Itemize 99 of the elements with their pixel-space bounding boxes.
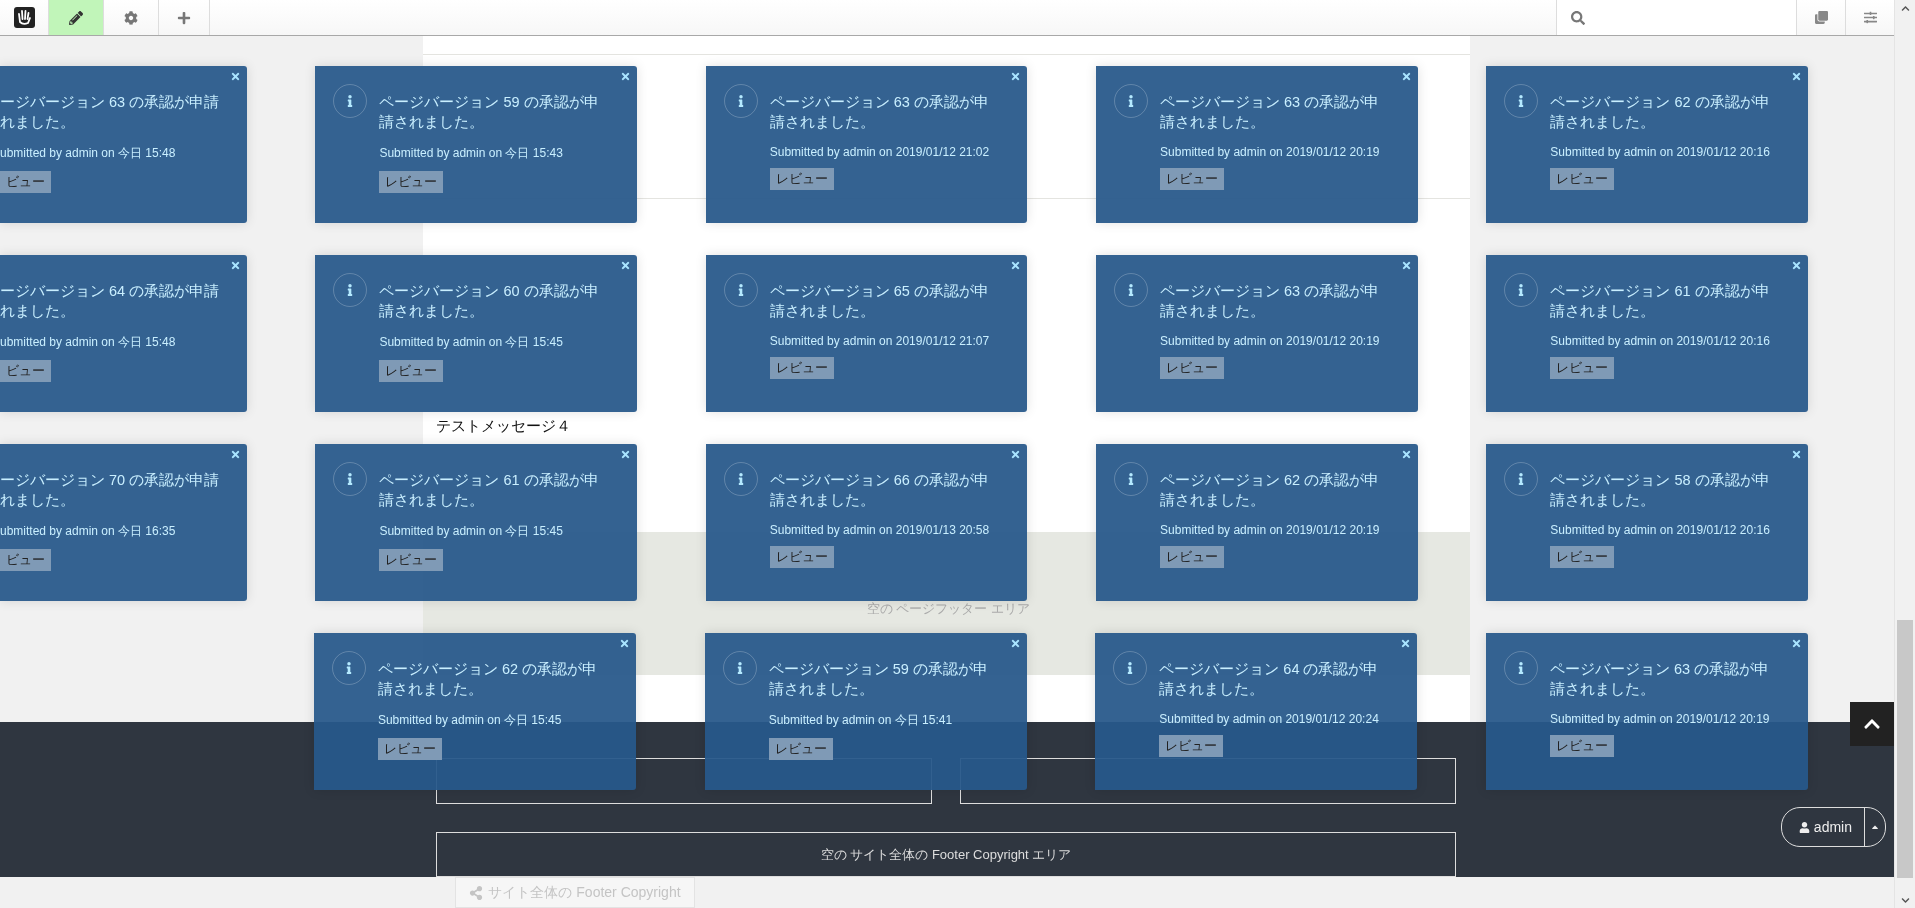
review-button[interactable]: レビュー (1550, 546, 1615, 568)
review-button[interactable]: レビュー (1160, 168, 1225, 190)
notification-message: ページバージョン 62 の承認が申請されました。 (1160, 471, 1381, 510)
review-button[interactable]: レビュー (1159, 735, 1224, 757)
scrollbar[interactable] (1894, 0, 1915, 908)
notification-message: ページバージョン 65 の承認が申請されました。 (769, 282, 990, 321)
notification-message: ページバージョン 66 の承認が申請されました。 (769, 471, 990, 510)
close-icon[interactable] (1009, 638, 1021, 649)
share-icon (469, 885, 484, 900)
search-icon (1571, 10, 1585, 25)
footer-copyright-area: 空の サイト全体の Footer Copyright エリア (436, 832, 1456, 877)
submitted-info: Submitted by admin on 2019/01/12 20:19 (1550, 712, 1770, 726)
close-icon[interactable] (229, 449, 241, 460)
submitted-info: Submitted by admin on 2019/01/13 20:58 (769, 523, 990, 537)
pages-icon (1814, 11, 1828, 24)
review-button[interactable]: レビュー (379, 171, 444, 193)
review-button[interactable]: レビュー (379, 549, 444, 571)
submitted-info: ubmitted by admin on 今日 15:48 (0, 145, 176, 162)
scroll-up-icon[interactable] (1900, 3, 1910, 13)
close-icon[interactable] (620, 71, 631, 82)
settings-icon (124, 10, 138, 25)
review-button[interactable]: ビュー (0, 171, 51, 193)
notification-message: ページバージョン 61 の承認が申請されました。 (1550, 282, 1771, 321)
close-icon[interactable] (618, 638, 630, 649)
notification-message: れました。 (0, 491, 75, 510)
submitted-info: Submitted by admin on 2019/01/12 20:19 (1160, 523, 1380, 537)
review-button[interactable]: レビュー (769, 546, 834, 568)
close-icon[interactable] (1400, 638, 1412, 649)
submitted-info: Submitted by admin on 今日 15:45 (379, 334, 563, 351)
submitted-info: Submitted by admin on 2019/01/12 20:16 (1550, 523, 1770, 537)
close-icon[interactable] (1791, 260, 1802, 271)
notification-message: ページバージョン 61 の承認が申請されました。 (379, 471, 600, 510)
notification-message: ページバージョン 63 の承認が申請されました。 (1160, 93, 1381, 132)
scrollbar-thumb[interactable] (1897, 620, 1913, 878)
submitted-info: Submitted by admin on 2019/01/12 20:16 (1550, 334, 1770, 348)
pencil-icon (69, 10, 83, 25)
test-message: テストメッセージ４ (436, 417, 572, 436)
close-icon[interactable] (229, 71, 241, 82)
review-button[interactable]: レビュー (1550, 357, 1615, 379)
notification-message: れました。 (0, 302, 75, 321)
sliders-icon (1863, 11, 1877, 24)
search-field[interactable] (1556, 0, 1796, 35)
submitted-info: ubmitted by admin on 今日 16:35 (0, 523, 176, 540)
notification-message: れました。 (0, 113, 75, 132)
close-icon[interactable] (620, 260, 631, 271)
notification-message: ページバージョン 62 の承認が申請されました。 (1550, 93, 1771, 132)
submitted-info: Submitted by admin on 今日 15:43 (379, 145, 563, 162)
notification-message: ページバージョン 62 の承認が申請されました。 (377, 660, 599, 699)
review-button[interactable]: レビュー (768, 738, 833, 760)
submitted-info: Submitted by admin on 2019/01/12 20:16 (1550, 145, 1770, 159)
notification-message: ページバージョン 58 の承認が申請されました。 (1550, 471, 1771, 510)
close-icon[interactable] (1791, 638, 1802, 649)
close-icon[interactable] (1400, 449, 1412, 460)
notification-message: ージバージョン 63 の承認が申請 (0, 93, 220, 112)
notification-message: ージバージョン 64 の承認が申請 (0, 282, 220, 301)
review-button[interactable]: レビュー (1550, 735, 1614, 757)
close-icon[interactable] (620, 449, 631, 460)
close-icon[interactable] (1791, 71, 1802, 82)
review-button[interactable]: レビュー (1160, 546, 1225, 568)
submitted-info: Submitted by admin on 今日 15:45 (377, 712, 562, 729)
review-button[interactable]: レビュー (769, 168, 834, 190)
review-button[interactable]: レビュー (379, 360, 444, 382)
submitted-info: Submitted by admin on 今日 15:41 (768, 712, 953, 729)
submitted-info: ubmitted by admin on 今日 15:48 (0, 334, 176, 351)
hand-logo-icon (13, 7, 35, 28)
close-icon[interactable] (1400, 71, 1412, 82)
submitted-info: Submitted by admin on 2019/01/12 20:19 (1160, 145, 1380, 159)
user-icon (1798, 821, 1810, 833)
review-button[interactable]: レビュー (377, 738, 442, 760)
plus-icon (177, 10, 191, 25)
close-icon[interactable] (1791, 449, 1802, 460)
user-name: admin (1813, 819, 1852, 835)
close-icon[interactable] (1010, 449, 1022, 460)
notification-message: ページバージョン 64 の承認が申請されました。 (1159, 660, 1380, 699)
close-icon[interactable] (1400, 260, 1412, 271)
close-icon[interactable] (229, 260, 241, 271)
notification-message: ページバージョン 63 の承認が申請されました。 (1550, 660, 1771, 699)
notification-message: ページバージョン 63 の承認が申請されました。 (769, 93, 990, 132)
submitted-info: Submitted by admin on 2019/01/12 20:24 (1159, 712, 1379, 726)
submitted-info: Submitted by admin on 2019/01/12 20:19 (1160, 334, 1380, 348)
user-button[interactable]: admin (1781, 808, 1865, 846)
submitted-info: Submitted by admin on 今日 15:45 (379, 523, 563, 540)
review-button[interactable]: レビュー (769, 357, 834, 379)
review-button[interactable]: レビュー (1550, 168, 1615, 190)
submitted-info: Submitted by admin on 2019/01/12 21:07 (769, 334, 990, 348)
notification-message: ージバージョン 70 の承認が申請 (0, 471, 220, 490)
review-button[interactable]: ビュー (0, 360, 51, 382)
notification-message: ページバージョン 59 の承認が申請されました。 (379, 93, 600, 132)
edit-button[interactable] (49, 0, 104, 35)
scroll-down-icon[interactable] (1900, 895, 1910, 905)
notification-message: ページバージョン 59 の承認が申請されました。 (768, 660, 989, 699)
notification-message: ページバージョン 63 の承認が申請されました。 (1160, 282, 1381, 321)
scroll-top-button[interactable] (1850, 702, 1894, 746)
review-button[interactable]: レビュー (1160, 357, 1225, 379)
review-button[interactable]: ビュー (0, 549, 51, 571)
close-icon[interactable] (1010, 260, 1022, 271)
close-icon[interactable] (1010, 71, 1022, 82)
submitted-info: Submitted by admin on 2019/01/12 21:02 (769, 145, 990, 159)
notification-message: ページバージョン 60 の承認が申請されました。 (379, 282, 600, 321)
